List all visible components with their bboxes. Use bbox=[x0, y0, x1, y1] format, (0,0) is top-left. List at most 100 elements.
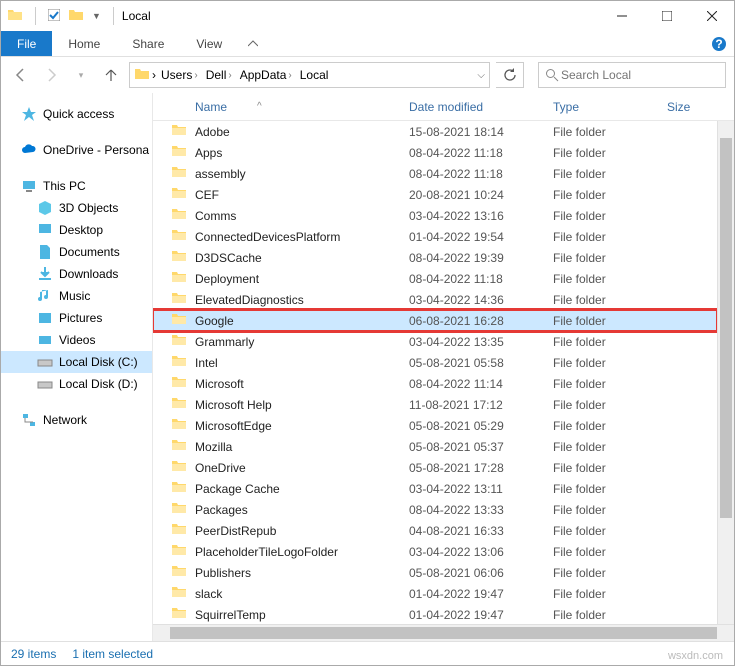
folder-icon bbox=[171, 269, 195, 288]
nav-documents[interactable]: Documents bbox=[1, 241, 152, 263]
qat-dropdown-icon[interactable]: ▼ bbox=[92, 11, 101, 21]
table-row[interactable]: CEF20-08-2021 10:24File folder bbox=[153, 184, 717, 205]
table-row[interactable]: Microsoft08-04-2022 11:14File folder bbox=[153, 373, 717, 394]
column-size[interactable]: Size bbox=[663, 100, 734, 114]
table-row[interactable]: Package Cache03-04-2022 13:11File folder bbox=[153, 478, 717, 499]
table-row[interactable]: Publishers05-08-2021 06:06File folder bbox=[153, 562, 717, 583]
tab-share[interactable]: Share bbox=[116, 31, 180, 56]
up-button[interactable] bbox=[99, 63, 123, 87]
vertical-scrollbar[interactable] bbox=[717, 121, 734, 624]
folder-icon bbox=[171, 500, 195, 519]
table-row[interactable]: Intel05-08-2021 05:58File folder bbox=[153, 352, 717, 373]
back-button[interactable] bbox=[9, 63, 33, 87]
forward-button[interactable] bbox=[39, 63, 63, 87]
search-input[interactable] bbox=[559, 67, 719, 83]
tab-file[interactable]: File bbox=[1, 31, 52, 56]
nav-local-disk-d[interactable]: Local Disk (D:) bbox=[1, 373, 152, 395]
file-name: Microsoft bbox=[195, 377, 409, 391]
file-date: 05-08-2021 05:29 bbox=[409, 419, 553, 433]
close-button[interactable] bbox=[689, 1, 734, 31]
file-name: PlaceholderTileLogoFolder bbox=[195, 545, 409, 559]
ribbon-collapse-icon[interactable] bbox=[238, 31, 268, 56]
file-list[interactable]: Adobe15-08-2021 18:14File folderApps08-0… bbox=[153, 121, 717, 624]
nav-downloads[interactable]: Downloads bbox=[1, 263, 152, 285]
download-icon bbox=[37, 266, 53, 282]
folder-icon bbox=[171, 479, 195, 498]
file-name: Comms bbox=[195, 209, 409, 223]
column-type[interactable]: Type bbox=[553, 100, 663, 114]
table-row[interactable]: Microsoft Help11-08-2021 17:12File folde… bbox=[153, 394, 717, 415]
table-row[interactable]: Mozilla05-08-2021 05:37File folder bbox=[153, 436, 717, 457]
file-name: Intel bbox=[195, 356, 409, 370]
file-date: 03-04-2022 13:35 bbox=[409, 335, 553, 349]
address-bar[interactable]: › Users› Dell› AppData› Local ⌵ bbox=[129, 62, 490, 88]
nav-videos[interactable]: Videos bbox=[1, 329, 152, 351]
table-row[interactable]: MicrosoftEdge05-08-2021 05:29File folder bbox=[153, 415, 717, 436]
table-row[interactable]: Adobe15-08-2021 18:14File folder bbox=[153, 121, 717, 142]
table-row[interactable]: SquirrelTemp01-04-2022 19:47File folder bbox=[153, 604, 717, 624]
file-date: 08-04-2022 19:39 bbox=[409, 251, 553, 265]
maximize-button[interactable] bbox=[644, 1, 689, 31]
folder-icon bbox=[171, 353, 195, 372]
table-row[interactable]: Deployment08-04-2022 11:18File folder bbox=[153, 268, 717, 289]
nav-onedrive[interactable]: OneDrive - Persona bbox=[1, 139, 152, 161]
help-icon[interactable]: ? bbox=[704, 31, 734, 56]
table-row[interactable]: PlaceholderTileLogoFolder03-04-2022 13:0… bbox=[153, 541, 717, 562]
tab-view[interactable]: View bbox=[180, 31, 238, 56]
address-dropdown-icon[interactable]: ⌵ bbox=[477, 70, 485, 81]
table-row[interactable]: Packages08-04-2022 13:33File folder bbox=[153, 499, 717, 520]
table-row[interactable]: Apps08-04-2022 11:18File folder bbox=[153, 142, 717, 163]
scrollbar-thumb[interactable] bbox=[720, 138, 732, 518]
chevron-right-icon[interactable]: › bbox=[152, 68, 156, 82]
nav-quick-access[interactable]: Quick access bbox=[1, 103, 152, 125]
nav-music[interactable]: Music bbox=[1, 285, 152, 307]
nav-pictures[interactable]: Pictures bbox=[1, 307, 152, 329]
minimize-button[interactable] bbox=[599, 1, 644, 31]
window-title: Local bbox=[122, 9, 151, 23]
table-row[interactable]: ConnectedDevicesPlatform01-04-2022 19:54… bbox=[153, 226, 717, 247]
file-type: File folder bbox=[553, 209, 663, 223]
breadcrumb: Local bbox=[297, 68, 332, 82]
nav-network[interactable]: Network bbox=[1, 409, 152, 431]
search-box[interactable] bbox=[538, 62, 726, 88]
file-date: 15-08-2021 18:14 bbox=[409, 125, 553, 139]
file-type: File folder bbox=[553, 587, 663, 601]
file-name: slack bbox=[195, 587, 409, 601]
table-row[interactable]: assembly08-04-2022 11:18File folder bbox=[153, 163, 717, 184]
table-row[interactable]: D3DSCache08-04-2022 19:39File folder bbox=[153, 247, 717, 268]
table-row[interactable]: PeerDistRepub04-08-2021 16:33File folder bbox=[153, 520, 717, 541]
column-name[interactable]: Name^ bbox=[153, 100, 409, 114]
nav-desktop[interactable]: Desktop bbox=[1, 219, 152, 241]
table-row[interactable]: slack01-04-2022 19:47File folder bbox=[153, 583, 717, 604]
folder-icon bbox=[171, 458, 195, 477]
chevron-right-icon[interactable]: › bbox=[288, 70, 291, 81]
table-row[interactable]: Grammarly03-04-2022 13:35File folder bbox=[153, 331, 717, 352]
nav-this-pc[interactable]: This PC bbox=[1, 175, 152, 197]
table-row[interactable]: ElevatedDiagnostics03-04-2022 14:36File … bbox=[153, 289, 717, 310]
table-row[interactable]: OneDrive05-08-2021 17:28File folder bbox=[153, 457, 717, 478]
horizontal-scrollbar[interactable] bbox=[153, 624, 734, 641]
separator bbox=[113, 7, 114, 25]
drive-icon bbox=[37, 354, 53, 370]
nav-local-disk-c[interactable]: Local Disk (C:) bbox=[1, 351, 152, 373]
chevron-right-icon[interactable]: › bbox=[228, 70, 231, 81]
file-date: 01-04-2022 19:47 bbox=[409, 608, 553, 622]
scrollbar-thumb[interactable] bbox=[170, 627, 717, 639]
tab-home[interactable]: Home bbox=[52, 31, 116, 56]
table-row[interactable]: Google06-08-2021 16:28File folder bbox=[153, 310, 717, 331]
folder-icon bbox=[171, 584, 195, 603]
file-name: Publishers bbox=[195, 566, 409, 580]
recent-dropdown-icon[interactable]: ▾ bbox=[69, 63, 93, 87]
column-date[interactable]: Date modified bbox=[409, 100, 553, 114]
file-date: 08-04-2022 11:18 bbox=[409, 272, 553, 286]
refresh-button[interactable] bbox=[496, 62, 524, 88]
table-row[interactable]: Comms03-04-2022 13:16File folder bbox=[153, 205, 717, 226]
file-type: File folder bbox=[553, 398, 663, 412]
qat-check-icon[interactable] bbox=[48, 9, 60, 24]
file-date: 03-04-2022 13:06 bbox=[409, 545, 553, 559]
video-icon bbox=[37, 332, 53, 348]
file-name: D3DSCache bbox=[195, 251, 409, 265]
chevron-right-icon[interactable]: › bbox=[194, 70, 197, 81]
cloud-icon bbox=[21, 142, 37, 158]
nav-3d-objects[interactable]: 3D Objects bbox=[1, 197, 152, 219]
